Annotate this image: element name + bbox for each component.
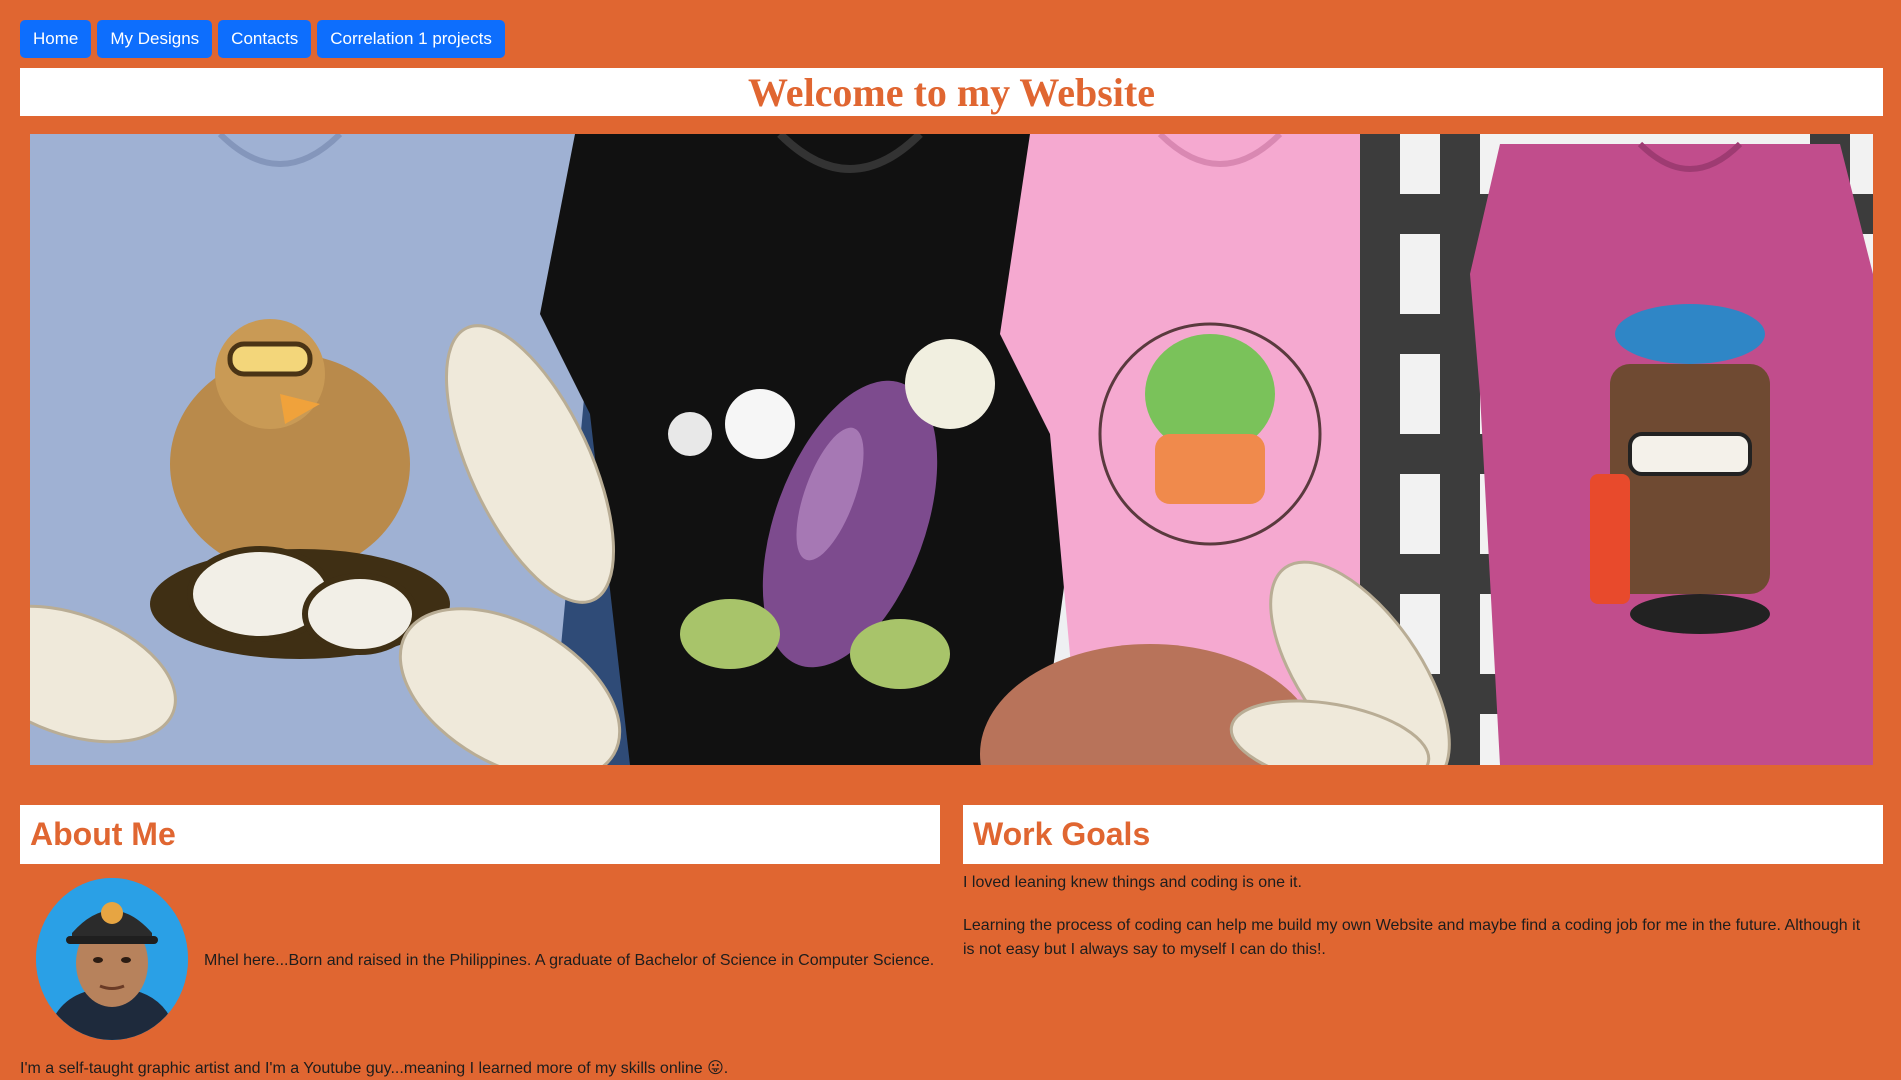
- nav-correlation-projects-button[interactable]: Correlation 1 projects: [317, 20, 505, 58]
- work-goals-paragraph-2: Learning the process of coding can help …: [963, 917, 1861, 958]
- nav-contacts-button[interactable]: Contacts: [218, 20, 312, 58]
- main-nav: Home My Designs Contacts Correlation 1 p…: [20, 20, 505, 58]
- nav-my-designs-button[interactable]: My Designs: [97, 20, 213, 58]
- about-intro-text: Mhel here...Born and raised in the Phili…: [204, 952, 935, 969]
- profile-avatar: [36, 878, 188, 1040]
- about-more-text: I'm a self-taught graphic artist and I'm…: [20, 1060, 729, 1077]
- hero-image: [30, 134, 1873, 765]
- nav-home-button[interactable]: Home: [20, 20, 92, 58]
- about-me-heading: About Me: [30, 816, 176, 852]
- about-me-header: About Me: [20, 805, 940, 864]
- welcome-banner: Welcome to my Website: [20, 68, 1883, 116]
- work-goals-heading: Work Goals: [973, 816, 1151, 852]
- work-goals-paragraph-1: I loved leaning knew things and coding i…: [963, 874, 1302, 891]
- tshirt-banner-graphic: [30, 134, 1873, 765]
- page-title: Welcome to my Website: [748, 69, 1155, 115]
- work-goals-header: Work Goals: [963, 805, 1883, 864]
